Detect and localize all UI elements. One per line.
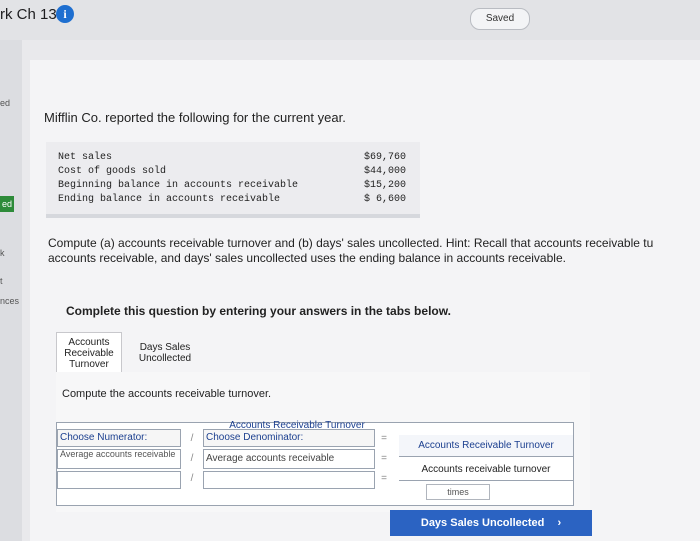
times-label: times — [447, 487, 469, 497]
instructions-line: Compute (a) accounts receivable turnover… — [48, 236, 654, 250]
equals-symbol: = — [381, 453, 387, 464]
sub-instruction: Compute the accounts receivable turnover… — [62, 388, 272, 400]
tab-label: Turnover — [69, 359, 109, 370]
data-table: Net sales $69,760 Cost of goods sold $44… — [46, 142, 420, 218]
info-icon[interactable]: i — [56, 5, 74, 23]
data-row: Beginning balance in accounts receivable… — [58, 180, 406, 194]
left-strip-tab-label: ed — [2, 199, 13, 209]
complete-instruction: Complete this question by entering your … — [66, 304, 451, 318]
data-row: Cost of goods sold $44,000 — [58, 166, 406, 180]
instructions-line: accounts receivable, and days' sales unc… — [48, 251, 566, 265]
data-value: $ 6,600 — [363, 194, 406, 205]
left-strip-label: t — [0, 276, 3, 286]
assignment-title: rk Ch 13 — [0, 6, 57, 23]
times-input[interactable]: times — [426, 484, 490, 500]
divide-symbol: / — [190, 473, 194, 484]
left-strip-tab[interactable]: ed — [0, 196, 14, 212]
chevron-right-icon: › — [557, 517, 562, 529]
data-value: $69,760 — [363, 152, 406, 163]
result-header: Accounts Receivable Turnover — [399, 435, 573, 457]
tab-accounts-receivable-turnover[interactable]: Accounts Receivable Turnover — [56, 332, 122, 372]
data-label: Beginning balance in accounts receivable — [58, 180, 299, 191]
question-intro: Mifflin Co. reported the following for t… — [44, 110, 346, 125]
question-instructions: Compute (a) accounts receivable turnover… — [48, 236, 700, 266]
result-label: Accounts receivable turnover — [399, 459, 573, 481]
left-strip-label: k — [0, 248, 5, 258]
days-sales-uncollected-button[interactable]: Days Sales Uncollected › — [390, 510, 592, 536]
equals-symbol: = — [381, 473, 387, 484]
next-button-label: Days Sales Uncollected — [420, 517, 545, 529]
denominator-input[interactable] — [203, 471, 375, 489]
left-side-strip — [0, 40, 22, 541]
equals-symbol: = — [381, 433, 387, 444]
denominator-select[interactable]: Average accounts receivable — [203, 449, 375, 469]
data-label: Cost of goods sold — [58, 166, 167, 177]
data-value: $44,000 — [363, 166, 406, 177]
tab-label: Days Sales — [139, 342, 191, 353]
data-label: Ending balance in accounts receivable — [58, 194, 281, 205]
left-strip-label: ed — [0, 98, 11, 108]
left-strip-label[interactable]: nces — [0, 296, 19, 306]
numerator-header[interactable]: Choose Numerator: — [57, 429, 181, 447]
numerator-select[interactable]: Average accounts receivable — [57, 449, 181, 469]
tab-label: Accounts — [68, 337, 110, 348]
data-label: Net sales — [58, 152, 113, 163]
divide-symbol: / — [190, 453, 194, 464]
numerator-input[interactable] — [57, 471, 181, 489]
data-row: Net sales $69,760 — [58, 152, 406, 166]
tab-label: Uncollected — [138, 353, 192, 364]
tab-label: Receivable — [64, 348, 114, 359]
top-bar: rk Ch 13 i Saved — [0, 0, 700, 40]
divide-symbol: / — [190, 433, 194, 444]
turnover-grid: Accounts Receivable Turnover Choose Nume… — [56, 421, 574, 506]
tab-days-sales-uncollected[interactable]: Days Sales Uncollected — [132, 332, 198, 372]
data-row: Ending balance in accounts receivable $ … — [58, 194, 406, 208]
data-value: $15,200 — [363, 180, 406, 191]
denominator-header[interactable]: Choose Denominator: — [203, 429, 375, 447]
saved-button[interactable]: Saved — [470, 8, 530, 30]
